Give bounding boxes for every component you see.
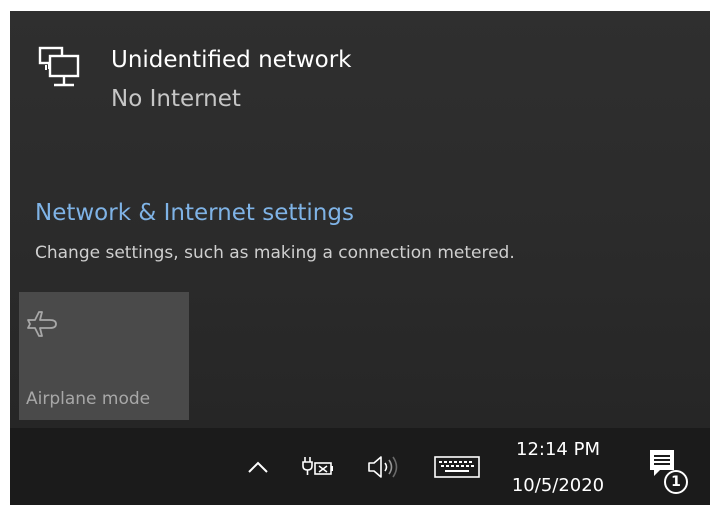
wired-network-icon [36, 45, 88, 93]
chevron-up-icon[interactable] [245, 454, 271, 480]
taskbar: 12:14 PM 10/5/2020 1 [10, 428, 710, 505]
airplane-icon [26, 306, 62, 342]
volume-icon[interactable] [365, 452, 405, 482]
network-name: Unidentified network [111, 47, 352, 73]
network-status: No Internet [111, 86, 241, 112]
battery-charging-icon[interactable] [300, 454, 336, 480]
network-flyout: Unidentified network No Internet Network… [10, 11, 710, 428]
network-settings-description: Change settings, such as making a connec… [35, 243, 515, 263]
notification-count-badge: 1 [664, 470, 688, 494]
touch-keyboard-icon[interactable] [433, 454, 481, 480]
airplane-mode-button[interactable]: Airplane mode [19, 292, 189, 420]
airplane-mode-label: Airplane mode [26, 389, 151, 409]
network-settings-link[interactable]: Network & Internet settings [35, 198, 354, 228]
clock-time: 12:14 PM [516, 439, 600, 460]
taskbar-clock[interactable]: 12:14 PM 10/5/2020 [488, 434, 628, 500]
action-center-button[interactable]: 1 [646, 446, 688, 494]
clock-date: 10/5/2020 [511, 475, 605, 496]
